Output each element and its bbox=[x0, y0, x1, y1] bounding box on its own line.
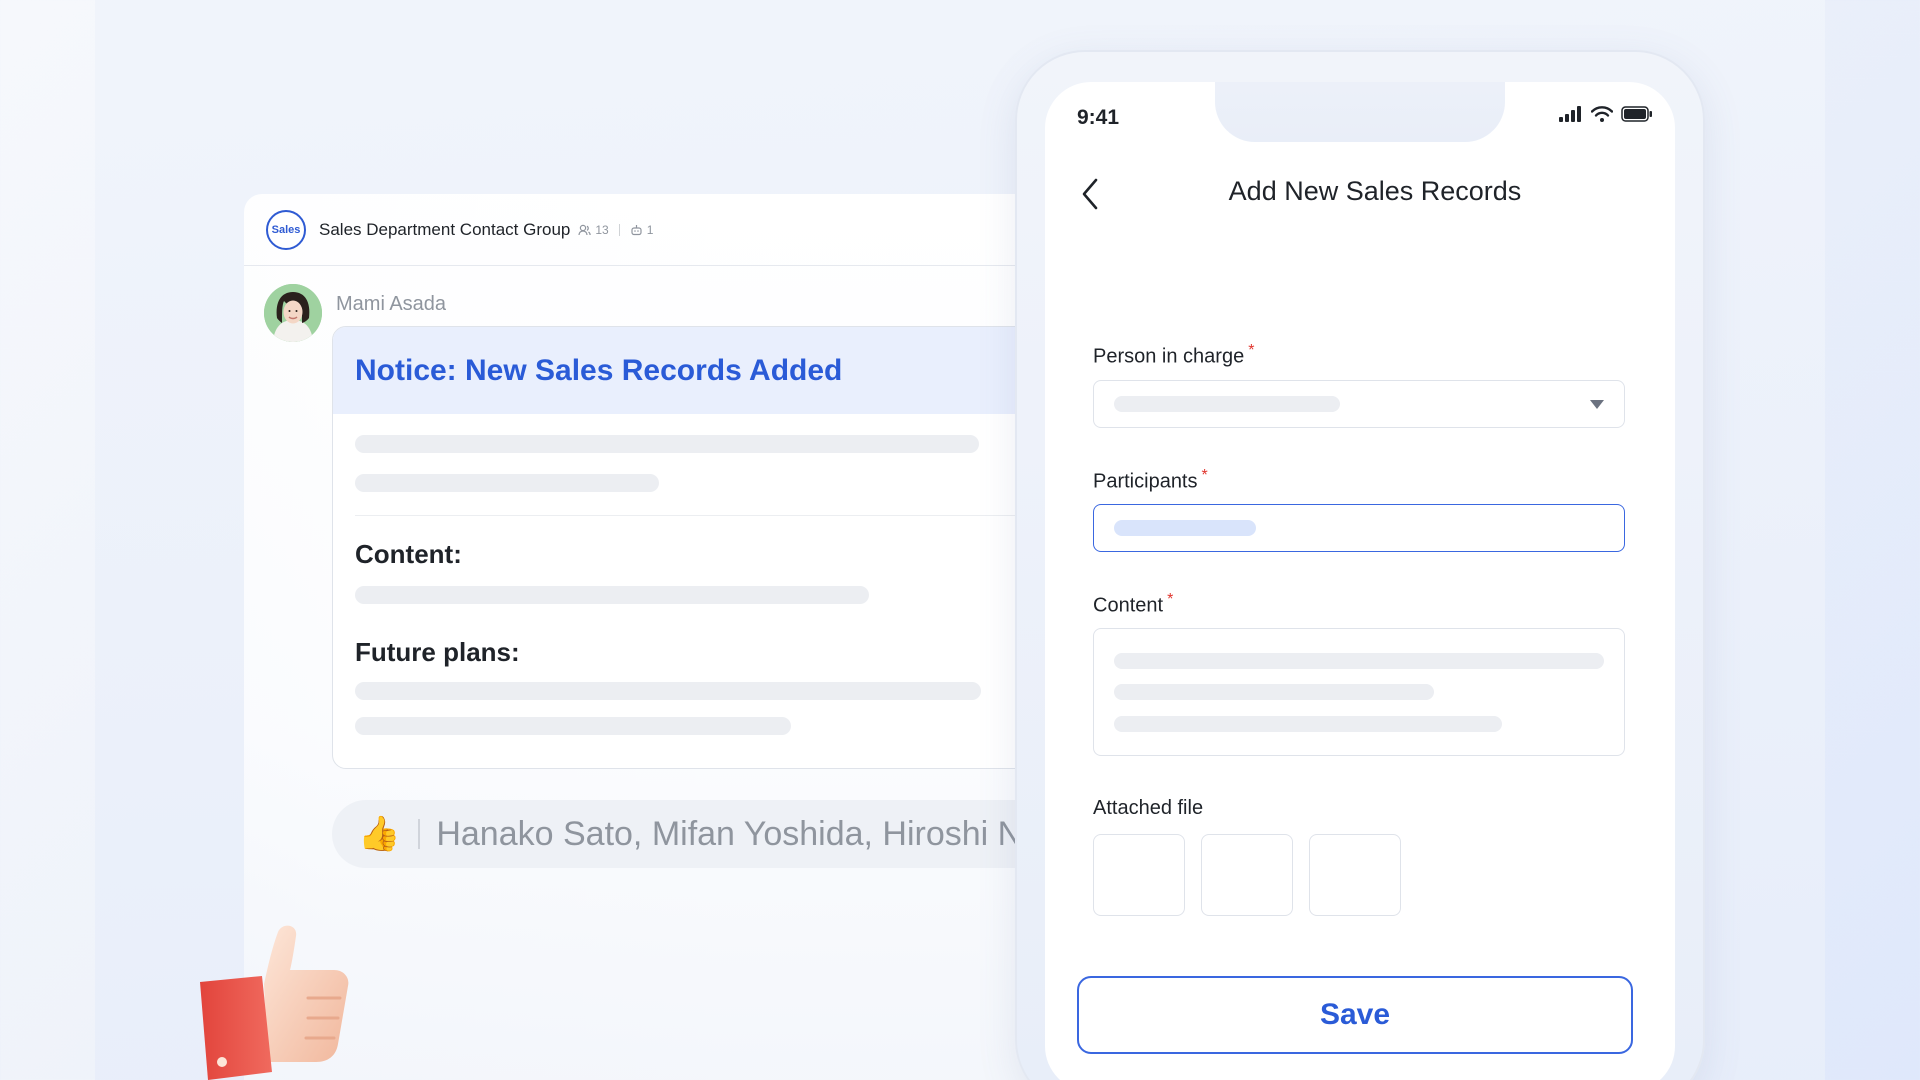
text-placeholder bbox=[355, 682, 981, 700]
attachment-slots bbox=[1093, 834, 1625, 916]
person-in-charge-select[interactable] bbox=[1093, 380, 1625, 428]
value-placeholder bbox=[1114, 520, 1256, 536]
status-time: 9:41 bbox=[1077, 106, 1120, 129]
future-plans-heading: Future plans: bbox=[355, 637, 520, 667]
text-placeholder bbox=[1114, 684, 1434, 700]
text-placeholder bbox=[355, 586, 869, 604]
attachment-slot[interactable] bbox=[1201, 834, 1293, 916]
text-placeholder bbox=[1114, 653, 1604, 669]
chat-header: Sales Sales Department Contact Group 13 … bbox=[244, 194, 1044, 266]
participants-input[interactable] bbox=[1093, 504, 1625, 552]
group-meta: 13 1 bbox=[578, 223, 653, 237]
sender-avatar[interactable] bbox=[264, 284, 322, 342]
attachment-slot[interactable] bbox=[1093, 834, 1185, 916]
wifi-icon bbox=[1591, 106, 1613, 122]
content-label: Content * bbox=[1093, 591, 1174, 617]
status-icons bbox=[1559, 106, 1653, 122]
content-textarea[interactable] bbox=[1093, 628, 1625, 756]
person-in-charge-label: Person in charge * bbox=[1093, 342, 1255, 368]
bot-icon bbox=[631, 224, 642, 235]
signal-icon bbox=[1559, 106, 1581, 122]
attached-file-label: Attached file bbox=[1093, 797, 1204, 819]
person-avatar-icon bbox=[264, 284, 322, 342]
text-placeholder bbox=[355, 435, 979, 453]
thumbs-up-icon[interactable]: 👍 bbox=[358, 817, 400, 851]
sales-record-form: Person in charge * Participants * Content *… bbox=[1045, 232, 1675, 1080]
caret-down-icon bbox=[1590, 400, 1604, 409]
members-icon bbox=[578, 224, 592, 235]
phone-notch bbox=[1215, 82, 1505, 142]
bot-count: 1 bbox=[646, 222, 654, 237]
page-title: Add New Sales Records bbox=[1228, 176, 1522, 206]
save-button[interactable]: Save bbox=[1077, 976, 1633, 1054]
thumbs-up-3d-icon bbox=[200, 925, 349, 1080]
phone-screen: 9:41 Add New Sales Records Person in cha… bbox=[1045, 82, 1675, 1080]
value-placeholder bbox=[1114, 396, 1340, 412]
group-avatar-text: Sales bbox=[271, 223, 301, 236]
attachment-slot[interactable] bbox=[1309, 834, 1401, 916]
group-name[interactable]: Sales Department Contact Group bbox=[319, 220, 570, 240]
battery-icon bbox=[1621, 106, 1652, 122]
content-heading: Content: bbox=[355, 539, 462, 569]
text-placeholder bbox=[355, 717, 791, 735]
text-placeholder bbox=[1114, 716, 1502, 732]
reaction-bar[interactable]: 👍 Hanako Sato, Mifan Yoshida, Hiroshi N bbox=[332, 800, 1062, 868]
sender-name: Mami Asada bbox=[336, 293, 447, 315]
message-title: Notice: New Sales Records Added bbox=[355, 353, 843, 387]
participants-label: Participants * bbox=[1093, 467, 1208, 493]
message-divider bbox=[355, 515, 1061, 516]
group-avatar[interactable]: Sales bbox=[266, 209, 306, 250]
text-placeholder bbox=[355, 474, 659, 492]
message-card[interactable]: Notice: New Sales Records Added Content:… bbox=[332, 326, 1062, 769]
reaction-names: Hanako Sato, Mifan Yoshida, Hiroshi N bbox=[436, 814, 1023, 853]
member-count: 13 bbox=[595, 222, 609, 237]
message-header: Notice: New Sales Records Added bbox=[333, 327, 1061, 414]
